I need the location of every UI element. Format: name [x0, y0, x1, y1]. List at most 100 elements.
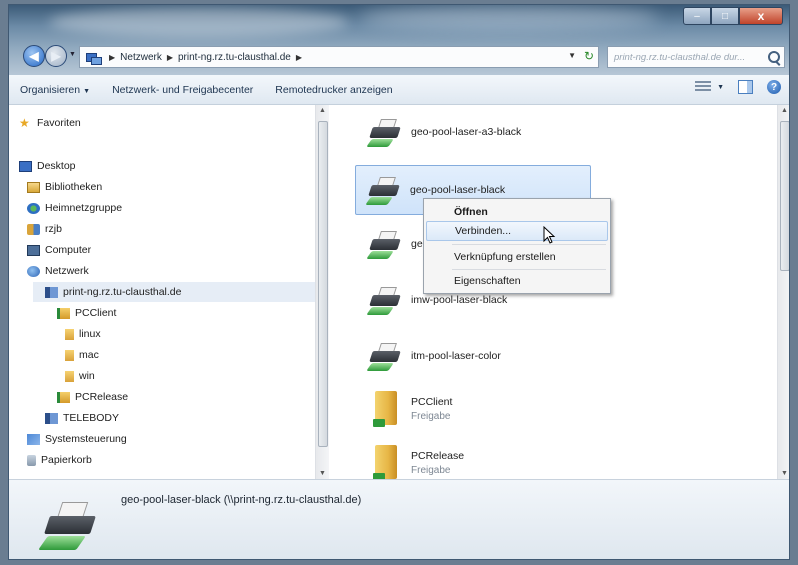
nav-item-server[interactable]: print-ng.rz.tu-clausthal.de — [33, 282, 315, 302]
nav-item-favorites[interactable]: ★ Favoriten — [19, 115, 81, 130]
libraries-icon — [27, 181, 40, 193]
nav-label: Desktop — [37, 160, 76, 172]
search-placeholder: print-ng.rz.tu-clausthal.de dur... — [614, 51, 746, 63]
user-icon — [27, 223, 40, 235]
menu-item-open[interactable]: Öffnen — [426, 202, 608, 222]
recent-pages-dropdown[interactable]: ▼ — [69, 51, 76, 58]
menu-separator — [452, 244, 606, 245]
organize-button[interactable]: Organisieren ▼ — [9, 84, 101, 96]
nav-item-linux[interactable]: linux — [65, 328, 101, 340]
recycle-bin-icon — [27, 454, 36, 466]
list-item-printer[interactable]: itm-pool-laser-color — [366, 339, 501, 373]
menu-item-connect[interactable]: Verbinden... — [426, 221, 608, 241]
content-scrollbar[interactable]: ▲ ▼ — [777, 105, 789, 479]
navigation-row: ◀ ▶ ▼ ▶ Netzwerk ▶ print-ng.rz.tu-claust… — [9, 43, 789, 71]
nav-item-user[interactable]: rzjb — [27, 223, 62, 235]
list-item-share[interactable]: PCClient Freigabe — [371, 391, 452, 427]
scroll-down-icon[interactable]: ▼ — [781, 470, 788, 477]
nav-item-telebody[interactable]: TELEBODY — [45, 412, 119, 424]
nav-label: Computer — [45, 244, 92, 256]
nav-label: linux — [79, 328, 101, 340]
nav-label: TELEBODY — [63, 412, 120, 424]
context-menu: Öffnen Verbinden... Verknüpfung erstelle… — [423, 198, 611, 294]
scroll-up-icon[interactable]: ▲ — [319, 107, 326, 114]
network-icon — [86, 51, 102, 65]
preview-pane-icon[interactable] — [738, 80, 753, 94]
nav-label: print-ng.rz.tu-clausthal.de — [63, 286, 182, 298]
breadcrumb-server[interactable]: print-ng.rz.tu-clausthal.de — [178, 52, 291, 63]
chevron-right-icon[interactable]: ▶ — [109, 53, 115, 62]
shared-folder-icon — [371, 445, 401, 479]
item-sublabel: Freigabe — [411, 465, 451, 476]
minimize-button[interactable]: – — [683, 7, 711, 25]
back-button[interactable]: ◀ — [23, 45, 45, 67]
close-button[interactable]: x — [739, 7, 783, 25]
network-icon — [27, 265, 40, 277]
explorer-window: – □ x ◀ ▶ ▼ ▶ Netzwerk ▶ print-ng.rz.tu-… — [8, 4, 790, 560]
change-view-icon[interactable] — [695, 81, 712, 93]
list-item-printer[interactable]: geo — [366, 227, 429, 261]
nav-item-libraries[interactable]: Bibliotheken — [27, 181, 102, 193]
nav-item-homegroup[interactable]: Heimnetzgruppe — [27, 202, 122, 214]
search-icon[interactable] — [768, 51, 780, 63]
menu-separator — [452, 269, 606, 270]
item-label: geo-pool-laser-a3-black — [411, 126, 522, 138]
printer-icon — [366, 115, 403, 149]
details-title: geo-pool-laser-black (\\print-ng.rz.tu-c… — [121, 494, 362, 506]
refresh-icon[interactable]: ↻ — [584, 49, 594, 63]
nav-label: Favoriten — [37, 117, 81, 129]
scroll-up-icon[interactable]: ▲ — [781, 107, 788, 114]
item-label: imw-pool-laser-black — [411, 294, 508, 306]
menu-item-properties[interactable]: Eigenschaften — [426, 271, 608, 291]
nav-item-computer[interactable]: Computer — [27, 244, 91, 256]
address-dropdown-icon[interactable]: ▼ — [568, 51, 576, 60]
item-sublabel: Freigabe — [411, 411, 451, 422]
network-center-button[interactable]: Netzwerk- und Freigabecenter — [101, 84, 264, 96]
nav-item-mac[interactable]: mac — [65, 349, 99, 361]
printer-icon — [366, 339, 403, 373]
computer-icon — [27, 244, 40, 256]
printer-icon — [366, 283, 403, 317]
chevron-down-icon[interactable]: ▼ — [717, 84, 724, 91]
help-icon[interactable]: ? — [767, 80, 781, 94]
nav-label: PCRelease — [75, 391, 129, 403]
homegroup-icon — [27, 202, 40, 214]
printer-icon — [366, 227, 403, 261]
forward-button[interactable]: ▶ — [45, 45, 67, 67]
content-scroll-thumb[interactable] — [780, 121, 789, 271]
nav-item-network[interactable]: Netzwerk — [27, 265, 89, 277]
folder-icon — [65, 328, 74, 340]
printer-icon — [365, 173, 402, 207]
navigation-pane: ★ Favoriten Desktop Bibliotheken Heimnetz… — [9, 105, 329, 479]
nav-scrollbar[interactable]: ▲ ▼ — [315, 105, 329, 479]
nav-item-control-panel[interactable]: Systemsteuerung — [27, 433, 127, 445]
nav-label: Systemsteuerung — [45, 433, 127, 445]
scroll-down-icon[interactable]: ▼ — [319, 470, 326, 477]
nav-item-pcclient[interactable]: PCClient — [57, 307, 116, 319]
breadcrumb-netzwerk[interactable]: Netzwerk — [120, 52, 162, 63]
nav-item-recycle-bin[interactable]: Papierkorb — [27, 454, 92, 466]
control-panel-icon — [27, 433, 40, 445]
nav-label: Heimnetzgruppe — [45, 202, 123, 214]
list-item-share[interactable]: PCRelease Freigabe — [371, 445, 464, 479]
nav-item-pcrelease[interactable]: PCRelease — [57, 391, 128, 403]
chevron-right-icon[interactable]: ▶ — [296, 53, 302, 62]
nav-scroll-thumb[interactable] — [318, 121, 328, 447]
search-input[interactable]: print-ng.rz.tu-clausthal.de dur... — [607, 46, 785, 68]
chevron-right-icon[interactable]: ▶ — [167, 53, 173, 62]
mouse-cursor-icon — [543, 226, 556, 244]
star-icon: ★ — [19, 115, 30, 130]
shared-folder-icon — [371, 391, 401, 427]
list-item-printer[interactable]: geo-pool-laser-a3-black — [366, 115, 522, 149]
maximize-button[interactable]: □ — [711, 7, 739, 25]
desktop-icon — [19, 160, 32, 172]
shared-folder-icon — [57, 391, 70, 403]
nav-item-desktop[interactable]: Desktop — [19, 160, 76, 172]
server-icon — [45, 286, 58, 298]
remote-printers-button[interactable]: Remotedrucker anzeigen — [264, 84, 403, 96]
nav-label: Netzwerk — [45, 265, 89, 277]
nav-item-win[interactable]: win — [65, 370, 95, 382]
menu-item-create-shortcut[interactable]: Verknüpfung erstellen — [426, 247, 608, 267]
address-bar[interactable]: ▶ Netzwerk ▶ print-ng.rz.tu-clausthal.de… — [79, 46, 599, 68]
title-bar: – □ x ◀ ▶ ▼ ▶ Netzwerk ▶ print-ng.rz.tu-… — [9, 5, 789, 75]
